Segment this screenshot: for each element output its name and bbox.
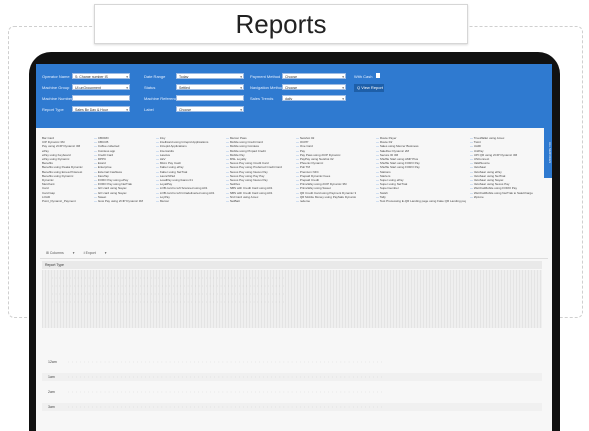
machine-group-label: Machine Group [42,85,70,90]
machine-group-select[interactable]: UI.unGroupment ▾ [72,84,130,90]
all-services-tab[interactable]: ALL SERVICES [544,128,552,178]
methods-column-5: Netshot 02 OCPP One Card Pay Pay Pass us… [296,136,356,203]
payment-method-select[interactable]: Choose ▾ [282,73,346,79]
with-cash-toggle[interactable] [376,73,380,78]
app-screen: Operator Name S: Charge number IS ▾ Date … [36,64,552,431]
payment-methods-list: Bar Card CIP Dynamic 3M Pay using 2CIP D… [42,136,542,246]
header-glyphs: : : : : : : : : : : : : : : : : : : : : … [52,292,285,296]
table-row: 2am: : : : : : : : : : : : : : : : : : :… [48,390,384,394]
report-type-label: Report Type [42,107,64,112]
method-item[interactable]: Gow Pay using 2CIP Dynamic 3M [94,199,154,203]
method-item[interactable]: redeme [296,199,356,203]
header-glyphs: : : : : : : : : : : : : : : : : : : : : … [52,284,285,288]
label-label: Label [144,107,154,112]
operator-name-select[interactable]: S: Charge number IS ▾ [72,73,130,79]
method-item[interactable]: Mercer [156,199,216,203]
report-type-select[interactable]: Sales By Day & Hour ▾ [72,106,130,112]
operator-name-label: Operator Name [42,74,70,79]
report-type-header: Report Type [42,261,542,269]
method-item[interactable]: Nexus Pay using Preferred Credit Card [226,165,286,169]
sales-trends-select[interactable]: daily ▾ [282,95,346,101]
payment-method-label: Payment Method [250,74,281,79]
divider [40,258,548,259]
export-button[interactable]: ⭳ Export ▾ [83,251,106,255]
label-select[interactable]: Choose ▾ [176,106,244,112]
with-cash-label: With Cash [354,74,373,79]
view-report-button[interactable]: Q View Report [354,84,384,92]
sales-trends-label: Sales Trends [250,96,274,101]
report-table-header: : : : : : : : : : : : : : : : : : : : : … [42,270,542,328]
status-label: Status [144,85,156,90]
method-item[interactable]: ZipLine [470,195,536,199]
table-row: 3am: : : : : : : : : : : : : : : : : : :… [42,403,542,411]
machine-reference-input[interactable] [176,95,244,101]
method-item[interactable]: Point_Dynamic_Payment [42,199,102,203]
export-toolbar: ⊞ Columns ▾ ⭳ Export ▾ [46,251,115,257]
date-range-select[interactable]: Today ▾ [176,73,244,79]
method-item[interactable]: NetBatt [226,199,286,203]
header-glyphs: : : : : : : : : : : : : : : : : : : : : … [52,300,285,304]
machine-reference-label: Machine Reference [144,96,179,101]
machine-number-input[interactable] [72,95,130,101]
method-item[interactable]: Test Processing E-QR Landing page using … [376,199,466,203]
header-glyphs: : : : : : : : : : : : : : : : : : : : : … [52,276,285,280]
navigation-method-select[interactable]: Choose ▾ [282,84,346,90]
columns-button[interactable]: ⊞ Columns ▾ [46,251,74,255]
methods-column-4: Mercer Pass Mobile using Credit Card Mob… [226,136,286,203]
methods-column-3: Inky Intellicard using Intrepid Applicat… [156,136,216,203]
status-select[interactable]: Settled ▾ [176,84,244,90]
machine-number-label: Machine Number [42,96,73,101]
table-row: 1am: : : : : : : : : : : : : : : : : : :… [42,373,542,381]
filter-bar: Operator Name S: Charge number IS ▾ Date … [36,64,552,128]
table-row: 12am: : : : : : : : : : : : : : : : : : … [48,360,384,364]
date-range-label: Date Range [144,74,166,79]
page-title: Reports [235,8,327,39]
methods-column-1: Bar Card CIP Dynamic 3M Pay using 2CIP D… [42,136,102,203]
methods-column-2: CBORD CBCCB Coffee collected Coinless ap… [94,136,154,203]
navigation-method-label: Navigation Method [250,85,284,90]
title-box: Reports [94,4,468,44]
methods-column-7: TrueWallet using Amex Twint UARI UniPay … [470,136,536,199]
methods-column-6: Route Payer Route Dir Sales using Mercer… [376,136,466,203]
